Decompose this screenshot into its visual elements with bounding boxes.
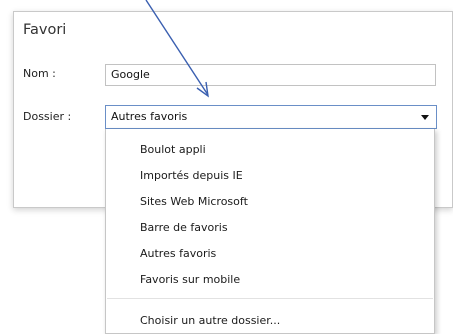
dropdown-separator	[107, 298, 433, 299]
dropdown-item[interactable]: Boulot appli	[140, 143, 206, 156]
name-input[interactable]: Google	[105, 64, 436, 86]
name-label: Nom :	[23, 67, 56, 80]
dropdown-item[interactable]: Favoris sur mobile	[140, 273, 240, 286]
dropdown-item[interactable]: Barre de favoris	[140, 221, 228, 234]
folder-dropdown-menu: Boulot appli Importés depuis IE Sites We…	[105, 129, 435, 334]
dropdown-item[interactable]: Sites Web Microsoft	[140, 195, 248, 208]
dropdown-item[interactable]: Importés depuis IE	[140, 169, 243, 182]
folder-select-value: Autres favoris	[111, 110, 188, 123]
chevron-down-icon[interactable]	[421, 115, 429, 120]
dropdown-item[interactable]: Autres favoris	[140, 247, 216, 260]
folder-select[interactable]: Autres favoris	[105, 105, 437, 129]
choose-other-folder-item[interactable]: Choisir un autre dossier...	[140, 314, 280, 327]
folder-label: Dossier :	[23, 110, 72, 123]
dialog-title: Favori	[23, 22, 67, 38]
